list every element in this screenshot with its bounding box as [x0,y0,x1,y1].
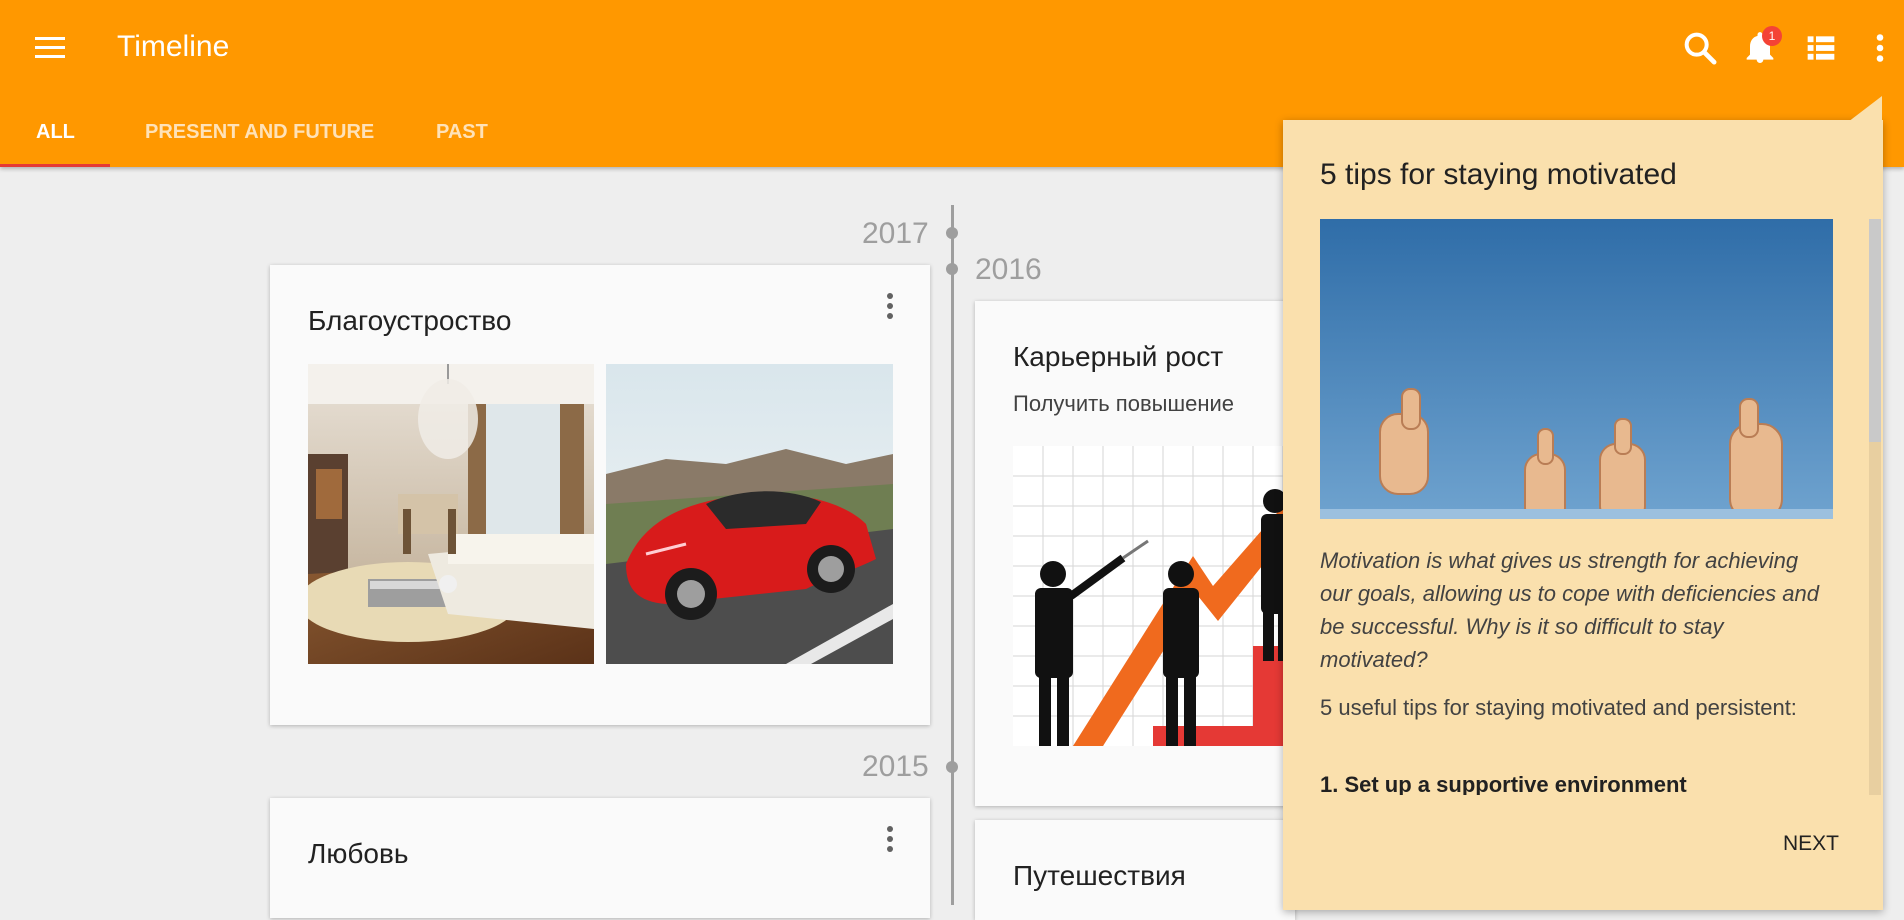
page-title: Timeline [117,30,230,63]
search-icon[interactable] [1680,28,1720,68]
view-list-icon[interactable] [1801,28,1841,68]
menu-icon[interactable] [30,30,70,66]
living-room-image[interactable] [308,364,594,664]
timeline-dot [946,761,958,773]
card-title: Любовь [308,838,409,869]
tab-past[interactable]: PAST [436,100,488,167]
next-button[interactable]: NEXT [1783,832,1839,856]
tips-panel-pointer [1848,96,1882,122]
tips-title: 5 tips for staying motivated [1320,158,1677,191]
tips-scroll-thumb[interactable] [1869,219,1881,442]
year-label-2017: 2017 [862,217,929,250]
timeline-card[interactable]: Путешествия [975,820,1295,920]
year-label-2016: 2016 [975,253,1042,286]
card-more-icon[interactable] [880,826,900,856]
timeline-dot [946,227,958,239]
timeline-card[interactable]: Любовь [270,798,930,918]
card-subtitle: Получить повышение [1013,391,1235,416]
tips-intro: Motivation is what gives us strength for… [1320,548,1819,672]
tab-indicator [0,164,110,167]
tab-all[interactable]: ALL [36,100,75,167]
card-title: Путешествия [1013,860,1186,891]
tips-body-text: 5 useful tips for staying motivated and … [1320,695,1797,720]
notification-badge: 1 [1762,26,1782,46]
tips-content: Motivation is what gives us strength for… [1320,219,1833,795]
timeline-card[interactable]: Благоустроство [270,265,930,725]
card-title: Карьерный рост [1013,341,1224,372]
card-more-icon[interactable] [880,293,900,323]
card-title: Благоустроство [308,305,512,336]
tips-first-heading: 1. Set up a supportive environment [1320,772,1687,795]
timeline-dot [946,263,958,275]
career-growth-image[interactable] [1013,446,1295,746]
tips-panel: 5 tips for staying motivated Motivation … [1283,120,1883,910]
tab-present-and-future[interactable]: PRESENT AND FUTURE [145,100,374,167]
year-label-2015: 2015 [862,750,929,783]
timeline-card[interactable]: Карьерный рост Получить повышение [975,301,1295,806]
more-vert-icon[interactable] [1862,28,1898,68]
tips-scrollbar[interactable] [1869,219,1881,795]
thumbs-up-image [1320,219,1833,519]
timeline-line [951,205,954,905]
notifications-button[interactable]: 1 [1740,26,1782,68]
red-car-image[interactable] [606,364,893,664]
